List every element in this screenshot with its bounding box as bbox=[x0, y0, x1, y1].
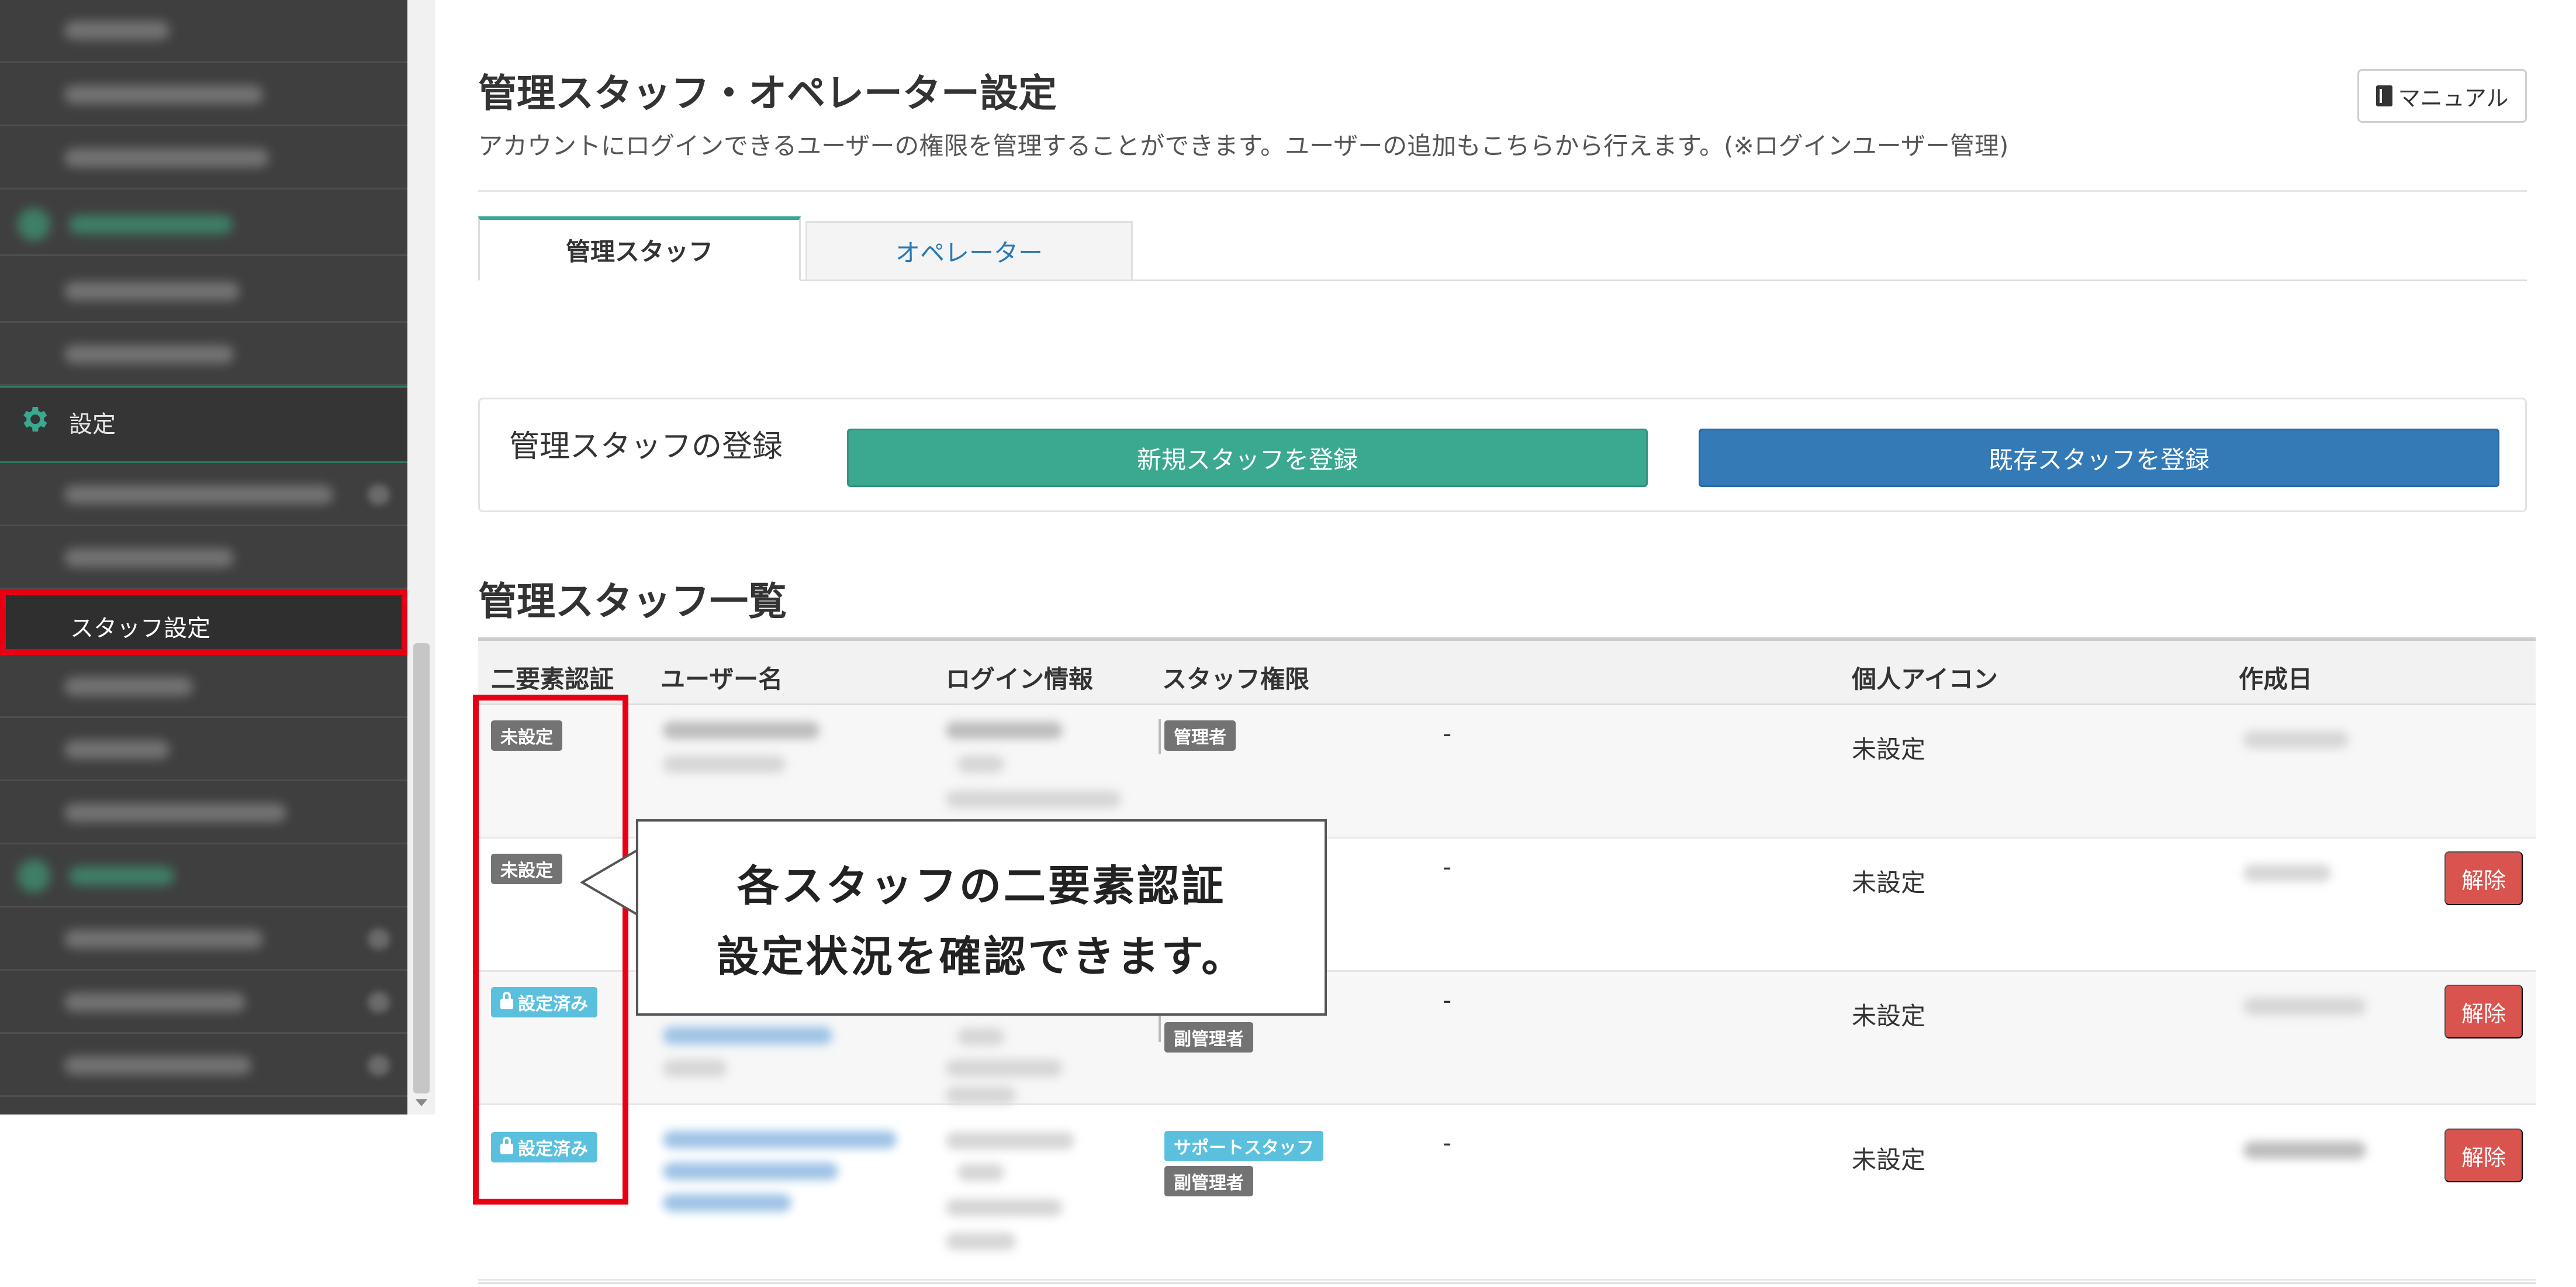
dash-value: - bbox=[1443, 853, 1452, 881]
sidebar-item-blurred[interactable] bbox=[0, 463, 407, 526]
staff-role-badge: 管理者 bbox=[1164, 720, 1236, 751]
callout-pointer bbox=[580, 847, 641, 917]
sidebar-item-blurred[interactable] bbox=[0, 971, 407, 1034]
column-header-personal-icon: 個人アイコン bbox=[1852, 665, 1998, 693]
column-header-created-date: 作成日 bbox=[2239, 665, 2313, 693]
staff-role-badge: 副管理者 bbox=[1164, 1166, 1253, 1196]
callout-text-line2: 設定状況を確認できます。 bbox=[717, 932, 1246, 981]
remove-staff-button[interactable]: 解除 bbox=[2444, 1129, 2523, 1182]
dash-value: - bbox=[1443, 1129, 1452, 1157]
two-factor-highlight-frame bbox=[473, 695, 628, 1205]
header-divider bbox=[478, 190, 2527, 192]
sidebar-item-blurred[interactable] bbox=[0, 126, 407, 189]
register-panel-title: 管理スタッフの登録 bbox=[509, 429, 783, 464]
sidebar-item-blurred[interactable] bbox=[0, 1034, 407, 1097]
column-header-login-info: ログイン情報 bbox=[946, 665, 1094, 693]
scroll-down-arrow-icon[interactable] bbox=[416, 1099, 427, 1106]
sidebar-item-staff-settings[interactable]: スタッフ設定 bbox=[0, 589, 407, 655]
personal-icon-status: 未設定 bbox=[1852, 1145, 1926, 1174]
sidebar-item-blurred[interactable] bbox=[0, 655, 407, 718]
blurred-login-info bbox=[946, 722, 1063, 739]
gear-icon bbox=[23, 407, 47, 432]
sidebar-item-blurred[interactable] bbox=[0, 260, 407, 323]
blurred-login-info bbox=[946, 1132, 1074, 1150]
sidebar-item-blurred[interactable] bbox=[0, 718, 407, 781]
register-new-staff-button[interactable]: 新規スタッフを登録 bbox=[847, 429, 1648, 487]
table-header: 二要素認証 ユーザー名 ログイン情報 スタッフ権限 個人アイコン 作成日 bbox=[478, 637, 2536, 705]
blurred-username-link[interactable] bbox=[663, 1027, 832, 1044]
page-title: 管理スタッフ・オペレーター設定 bbox=[478, 71, 1057, 116]
sidebar-item-label: スタッフ設定 bbox=[70, 615, 210, 642]
remove-staff-button[interactable]: 解除 bbox=[2444, 985, 2523, 1038]
manual-button-label: マニュアル bbox=[2398, 86, 2509, 111]
scrollbar-thumb[interactable] bbox=[413, 643, 430, 1093]
sidebar-section-blurred[interactable] bbox=[0, 844, 407, 908]
personal-icon-status: 未設定 bbox=[1852, 868, 1926, 897]
callout-text-line1: 各スタッフの二要素認証 bbox=[737, 861, 1226, 910]
table-bottom-border bbox=[478, 1282, 2536, 1284]
staff-register-panel: 管理スタッフの登録 新規スタッフを登録 既存スタッフを登録 bbox=[478, 398, 2527, 512]
dash-value: - bbox=[1443, 719, 1452, 748]
sidebar-section-label: 設定 bbox=[69, 411, 116, 438]
blurred-created-date bbox=[2243, 864, 2331, 882]
sidebar-item-blurred[interactable] bbox=[0, 0, 407, 63]
blurred-created-date bbox=[2243, 1141, 2366, 1159]
sidebar-scrollbar[interactable] bbox=[407, 0, 435, 1115]
column-header-two-factor: 二要素認証 bbox=[491, 665, 614, 693]
sidebar-item-blurred[interactable] bbox=[0, 526, 407, 589]
sidebar-item-blurred[interactable] bbox=[0, 323, 407, 386]
page-description: アカウントにログインできるユーザーの権限を管理することができます。ユーザーの追加… bbox=[478, 132, 2009, 160]
sidebar-item-blurred[interactable] bbox=[0, 63, 407, 126]
blurred-username bbox=[663, 722, 820, 739]
book-icon bbox=[2376, 85, 2392, 106]
annotation-callout: 各スタッフの二要素認証 設定状況を確認できます。 bbox=[636, 819, 1327, 1016]
sidebar: 設定 スタッフ設定 bbox=[0, 0, 407, 1115]
sidebar-section-settings[interactable]: 設定 bbox=[0, 386, 407, 463]
personal-icon-status: 未設定 bbox=[1852, 1002, 1926, 1030]
tab-operator[interactable]: オペレーター bbox=[805, 221, 1133, 281]
manual-button[interactable]: マニュアル bbox=[2357, 69, 2527, 123]
table-row: 設定済み サポートスタッフ 副管理者 - 未設定 解除 bbox=[478, 1117, 2536, 1281]
staff-role-badge: サポートスタッフ bbox=[1164, 1131, 1323, 1161]
blurred-username-link[interactable] bbox=[663, 1131, 897, 1148]
blurred-created-date bbox=[2243, 731, 2349, 748]
column-header-staff-role: スタッフ権限 bbox=[1162, 665, 1310, 693]
sidebar-item-blurred[interactable] bbox=[0, 908, 407, 971]
register-existing-staff-button[interactable]: 既存スタッフを登録 bbox=[1699, 429, 2499, 487]
staff-role-badge: 副管理者 bbox=[1164, 1022, 1253, 1053]
staff-list-title: 管理スタッフ一覧 bbox=[478, 579, 787, 624]
dash-value: - bbox=[1443, 986, 1452, 1015]
personal-icon-status: 未設定 bbox=[1852, 735, 1926, 764]
table-row: 未設定 管理者 - 未設定 bbox=[478, 705, 2536, 839]
remove-staff-button[interactable]: 解除 bbox=[2444, 851, 2523, 905]
tab-admin-staff[interactable]: 管理スタッフ bbox=[478, 216, 801, 281]
sidebar-item-blurred[interactable] bbox=[0, 781, 407, 844]
sidebar-section-blurred[interactable] bbox=[0, 193, 407, 256]
blurred-created-date bbox=[2243, 998, 2366, 1015]
column-header-username: ユーザー名 bbox=[661, 665, 783, 693]
